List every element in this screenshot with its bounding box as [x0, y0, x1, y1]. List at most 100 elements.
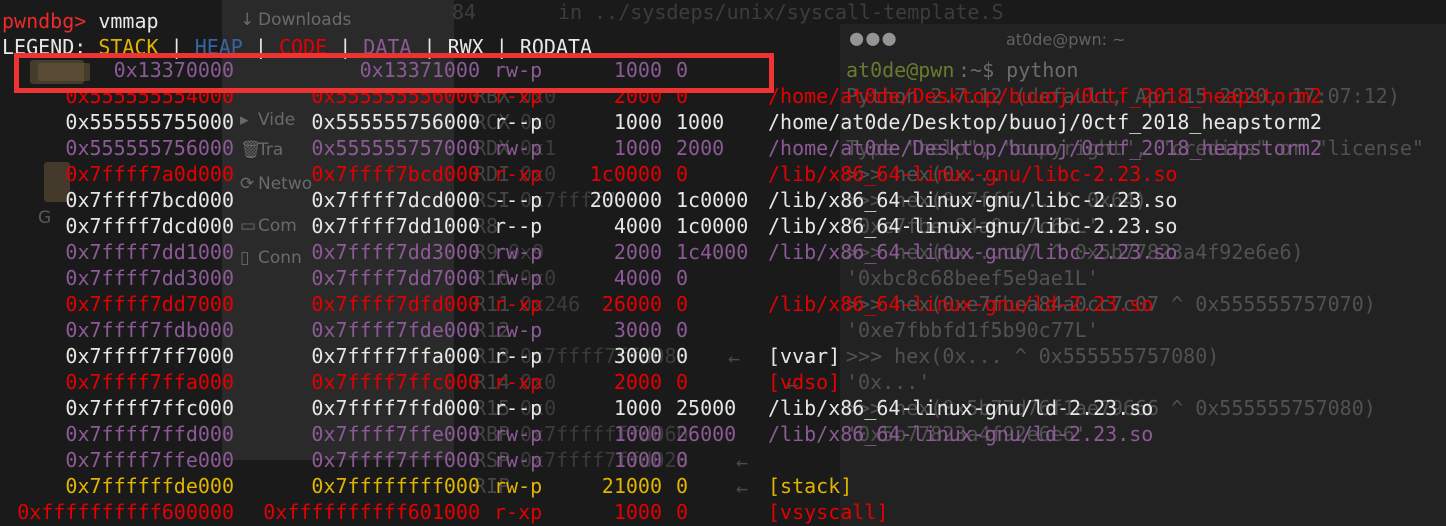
memory-region-row[interactable]: 0x555555755000 0x555555756000 r--p 1000 1000… [0, 109, 1446, 135]
end-address: 0x7ffff7dd3000 [311, 240, 480, 264]
file-offset: 26000 [676, 422, 737, 446]
mapped-path: /lib/x86_64-linux-gnu/ld-2.23.so [768, 396, 1154, 420]
end-address: 0xffffffffff601000 [263, 500, 480, 524]
memory-region-row[interactable]: 0x555555554000 0x555555556000 r-xp 2000 0/ho… [0, 83, 1446, 109]
permissions: rw-p [494, 474, 543, 498]
permissions: rw-p [494, 240, 543, 264]
permissions: rw-p [494, 136, 543, 160]
end-address: 0x7ffff7dd1000 [311, 214, 480, 238]
end-address: 0x7ffff7ffe000 [311, 422, 480, 446]
memory-region-row[interactable]: 0x7ffff7dd1000 0x7ffff7dd3000 rw-p 2000 1c40… [0, 239, 1446, 265]
file-offset: 1c0000 [676, 214, 749, 238]
permissions: r--p [494, 214, 543, 238]
file-offset: 0 [676, 318, 689, 342]
region-size: 1000 [613, 422, 662, 446]
start-address: 0x13370000 [113, 58, 234, 82]
mapped-path: [vsyscall] [768, 500, 889, 524]
region-size: 21000 [601, 474, 662, 498]
memory-region-row[interactable]: 0x7ffff7dd3000 0x7ffff7dd7000 rw-p 4000 0 [0, 265, 1446, 291]
mapped-path: /home/at0de/Desktop/buuoj/0ctf_2018_heap… [768, 110, 1322, 134]
file-offset: 0 [676, 266, 689, 290]
prompt-label: pwndbg> [2, 9, 87, 33]
file-offset: 0 [676, 162, 689, 186]
legend-stack: STACK [98, 35, 159, 59]
memory-region-row[interactable]: 0x7ffff7dcd000 0x7ffff7dd1000 r--p 4000 1c00… [0, 213, 1446, 239]
region-size: 4000 [613, 266, 662, 290]
file-offset: 0 [676, 448, 689, 472]
mapped-path: /lib/x86_64-linux-gnu/libc-2.23.so [768, 188, 1178, 212]
legend-label: LEGEND: [2, 35, 87, 59]
memory-region-row[interactable]: 0x7ffff7ffe000 0x7ffff7fff000 rw-p 1000 0 [0, 447, 1446, 473]
region-size: 3000 [613, 318, 662, 342]
region-size: 3000 [613, 344, 662, 368]
end-address: 0x7ffffffff000 [311, 474, 480, 498]
memory-region-row[interactable]: 0x7ffff7ffa000 0x7ffff7ffc000 r-xp 2000 0 [vd… [0, 369, 1446, 395]
start-address: 0x7ffff7dd7000 [65, 292, 234, 316]
start-address: 0x7ffff7a0d000 [65, 162, 234, 186]
legend-code: CODE [278, 35, 328, 59]
permissions: r-xp [494, 292, 543, 316]
permissions: r--p [494, 344, 543, 368]
permissions: r--p [494, 396, 543, 420]
mapped-path: /lib/x86_64-linux-gnu/ld-2.23.so [768, 422, 1154, 446]
end-address: 0x7ffff7bcd000 [311, 162, 480, 186]
permissions: r-xp [494, 370, 543, 394]
memory-region-row[interactable]: 0x7ffff7a0d000 0x7ffff7bcd000 r-xp 1c0000 0 /… [0, 161, 1446, 187]
file-offset: 0 [676, 474, 689, 498]
command-name: vmmap [98, 9, 159, 33]
memory-region-row[interactable]: 0xffffffffff600000 0xffffffffff601000 r-xp… [0, 499, 1446, 525]
end-address: 0x555555757000 [311, 136, 480, 160]
end-address: 0x7ffff7dd7000 [311, 266, 480, 290]
region-size: 1000 [613, 136, 662, 160]
start-address: 0x555555755000 [65, 110, 234, 134]
end-address: 0x13371000 [359, 58, 480, 82]
memory-region-row[interactable]: 0x7ffff7ffd000 0x7ffff7ffe000 rw-p 1000 2600… [0, 421, 1446, 447]
region-size: 2000 [613, 370, 662, 394]
permissions: rw-p [494, 422, 543, 446]
permissions: r-xp [494, 162, 543, 186]
start-address: 0x7ffff7ffe000 [65, 448, 234, 472]
end-address: 0x7ffff7fff000 [311, 448, 480, 472]
mapped-path: /lib/x86_64-linux-gnu/ld-2.23.so [768, 292, 1154, 316]
end-address: 0x555555756000 [311, 110, 480, 134]
end-address: 0x7ffff7ffa000 [311, 344, 480, 368]
memory-region-row[interactable]: 0x7ffffffde000 0x7ffffffff000 rw-p 21000 0 [s… [0, 473, 1446, 499]
file-offset: 0 [676, 292, 689, 316]
permissions: rw-p [494, 318, 543, 342]
permissions: ---p [494, 188, 543, 212]
start-address: 0x7ffff7dd1000 [65, 240, 234, 264]
region-size: 1000 [613, 448, 662, 472]
memory-region-row[interactable]: 0x7ffff7ffc000 0x7ffff7ffd000 r--p 1000 2500… [0, 395, 1446, 421]
end-address: 0x7ffff7dfd000 [311, 292, 480, 316]
start-address: 0x7ffff7fdb000 [65, 318, 234, 342]
end-address: 0x7ffff7dcd000 [311, 188, 480, 212]
mapped-path: [stack] [768, 474, 853, 498]
file-offset: 2000 [676, 136, 725, 160]
permissions: r-xp [494, 84, 543, 108]
memory-region-row[interactable]: 0x13370000 0x13371000 rw-p 1000 0 [0, 57, 1446, 83]
memory-region-row[interactable]: 0x7ffff7dd7000 0x7ffff7dfd000 r-xp 26000 0/l… [0, 291, 1446, 317]
file-offset: 25000 [676, 396, 737, 420]
legend-separator: | [327, 35, 364, 59]
legend-rodata: RODATA [519, 35, 593, 59]
region-size: 1000 [613, 396, 662, 420]
memory-region-row[interactable]: 0x7ffff7bcd000 0x7ffff7dcd000 ---p 200000 1c… [0, 187, 1446, 213]
vmmap-terminal[interactable]: pwndbg> vmmap LEGEND: STACK | HEAP | COD… [0, 0, 1446, 526]
start-address: 0x555555756000 [65, 136, 234, 160]
file-offset: 0 [676, 344, 689, 368]
file-offset: 1c0000 [676, 188, 749, 212]
permissions: r-xp [494, 500, 543, 524]
start-address: 0x7ffff7ffd000 [65, 422, 234, 446]
start-address: 0x7ffff7ffc000 [65, 396, 234, 420]
mapped-path: /home/at0de/Desktop/buuoj/0ctf_2018_heap… [768, 136, 1322, 160]
permissions: rw-p [494, 58, 543, 82]
memory-region-row[interactable]: 0x7ffff7fdb000 0x7ffff7fde000 rw-p 3000 0 [0, 317, 1446, 343]
pwndbg-prompt-line: pwndbg> vmmap [2, 8, 159, 34]
mapped-path: /lib/x86_64-linux-gnu/libc-2.23.so [768, 240, 1178, 264]
file-offset: 0 [676, 58, 689, 82]
start-address: 0xffffffffff600000 [17, 500, 234, 524]
memory-region-row[interactable]: 0x555555756000 0x555555757000 rw-p 1000 2000… [0, 135, 1446, 161]
memory-region-row[interactable]: 0x7ffff7ff7000 0x7ffff7ffa000 r--p 3000 0 [vv… [0, 343, 1446, 369]
end-address: 0x7ffff7ffd000 [311, 396, 480, 420]
region-size: 1000 [613, 110, 662, 134]
